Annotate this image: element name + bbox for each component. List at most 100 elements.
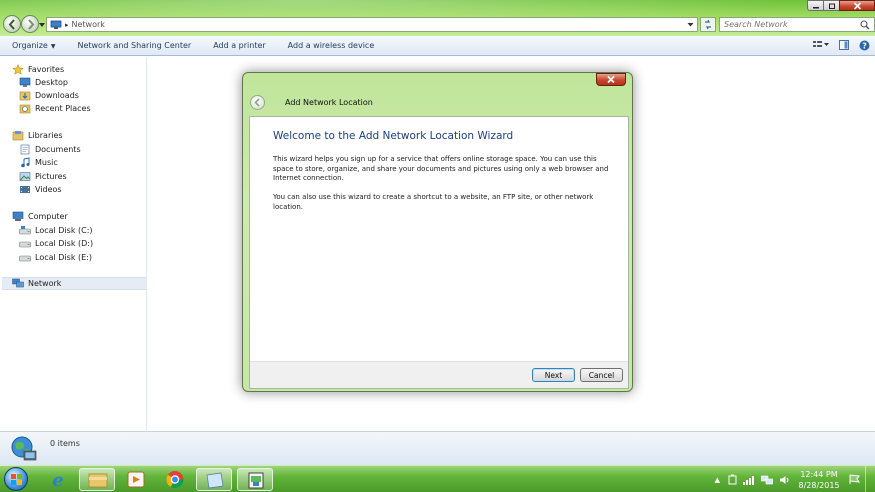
- back-arrow-icon: [8, 19, 15, 30]
- wizard-back-button[interactable]: [250, 95, 265, 110]
- refresh-icon: [705, 19, 711, 30]
- taskbar-open-window[interactable]: [196, 468, 232, 491]
- taskbar-internet-explorer[interactable]: e: [40, 468, 76, 491]
- tree-item-label: Pictures: [35, 172, 67, 181]
- network-globe-icon: [11, 436, 37, 461]
- refresh-button[interactable]: [700, 17, 716, 32]
- chrome-icon: [166, 471, 184, 489]
- search-icon[interactable]: [860, 20, 870, 30]
- dialog-title: Add Network Location: [285, 98, 373, 107]
- tree-item-favorites[interactable]: Favorites: [12, 63, 64, 76]
- tree-item-disk-c[interactable]: Local Disk (C:): [19, 224, 93, 237]
- taskbar-chrome[interactable]: [157, 468, 193, 491]
- show-hidden-icons-icon[interactable]: ▲: [715, 476, 720, 484]
- back-arrow-icon: [254, 98, 260, 107]
- tree-item-libraries[interactable]: Libraries: [12, 129, 63, 142]
- tree-item-disk-d[interactable]: Local Disk (D:): [19, 237, 93, 250]
- back-button[interactable]: [3, 15, 21, 33]
- preview-pane-icon: [839, 40, 849, 50]
- details-pane: 0 items: [0, 431, 875, 465]
- breadcrumb-separator-icon[interactable]: ▸: [65, 21, 69, 29]
- cancel-button[interactable]: Cancel: [580, 368, 623, 382]
- start-button[interactable]: [4, 467, 28, 491]
- tree-item-music[interactable]: Music: [19, 156, 58, 169]
- tree-item-downloads[interactable]: Downloads: [19, 89, 79, 102]
- tree-item-label: Local Disk (C:): [35, 226, 93, 235]
- network-wizard-icon: [248, 472, 264, 489]
- recent-places-icon: [19, 104, 31, 114]
- address-bar[interactable]: ▸ Network: [46, 17, 698, 32]
- forward-button[interactable]: [21, 15, 39, 33]
- close-icon: [607, 75, 615, 84]
- next-button[interactable]: Next: [532, 368, 575, 382]
- tree-item-label: Desktop: [35, 78, 68, 87]
- navigation-pane: Favorites Desktop Downloads Recent Place…: [0, 57, 147, 431]
- window-titlebar: ▸ Network: [0, 0, 875, 36]
- taskbar-media-player[interactable]: [118, 468, 154, 491]
- music-icon: [21, 157, 30, 168]
- add-printer-button[interactable]: Add a printer: [201, 41, 275, 50]
- tree-item-label: Favorites: [28, 65, 65, 74]
- volume-icon[interactable]: [779, 475, 791, 485]
- restore-icon: [828, 3, 835, 9]
- network-icon: [12, 278, 24, 288]
- recent-pages-dropdown-icon[interactable]: [38, 21, 46, 29]
- network-tray-icon[interactable]: [761, 475, 773, 485]
- dialog-close-button[interactable]: [596, 73, 626, 86]
- close-icon: [853, 1, 861, 10]
- help-icon: ?: [859, 40, 870, 50]
- add-wireless-device-button[interactable]: Add a wireless device: [276, 41, 385, 50]
- tree-item-desktop[interactable]: Desktop: [19, 76, 68, 89]
- tree-item-documents[interactable]: Documents: [19, 143, 81, 156]
- folder-icon: [88, 473, 108, 488]
- downloads-folder-icon: [19, 91, 31, 101]
- search-input[interactable]: [724, 20, 854, 29]
- organize-label: Organize: [12, 41, 48, 50]
- tree-item-label: Videos: [35, 185, 62, 194]
- minimize-icon: [812, 6, 819, 8]
- address-location[interactable]: Network: [72, 20, 105, 29]
- taskbar-clock[interactable]: 12:44 PM 8/28/2015: [795, 469, 843, 491]
- command-bar: Organize ▼ Network and Sharing Center Add…: [0, 36, 875, 56]
- clock-time: 12:44 PM: [800, 470, 838, 479]
- window-close-button[interactable]: [839, 0, 875, 11]
- tree-item-videos[interactable]: Videos: [19, 183, 62, 196]
- hard-disk-icon: [19, 241, 31, 248]
- wizard-heading: Welcome to the Add Network Location Wiza…: [273, 130, 514, 142]
- search-box[interactable]: [719, 17, 875, 32]
- tree-item-disk-e[interactable]: Local Disk (E:): [19, 251, 92, 264]
- tree-item-pictures[interactable]: Pictures: [19, 170, 67, 183]
- preview-pane-button[interactable]: [839, 40, 849, 52]
- change-view-button[interactable]: [813, 40, 829, 52]
- command-bar-right: ?: [808, 36, 875, 56]
- wizard-footer: Next Cancel: [250, 361, 628, 388]
- minimize-button[interactable]: [807, 0, 824, 11]
- hard-disk-icon: [19, 255, 31, 262]
- wizard-description-2: You can also use this wizard to create a…: [273, 193, 594, 211]
- taskbar-wizard-window[interactable]: [237, 468, 273, 491]
- help-button[interactable]: ?: [859, 40, 870, 53]
- tree-item-label: Libraries: [28, 131, 63, 140]
- tree-item-network[interactable]: Network: [2, 277, 146, 290]
- tree-item-label: Local Disk (E:): [35, 253, 92, 262]
- tree-item-recent-places[interactable]: Recent Places: [19, 102, 91, 115]
- computer-icon: [12, 211, 24, 221]
- tree-item-label: Computer: [28, 212, 68, 221]
- organize-menu[interactable]: Organize ▼: [0, 41, 65, 50]
- show-desktop-button[interactable]: [865, 466, 875, 492]
- forward-arrow-icon: [28, 19, 35, 30]
- action-center-flag-icon[interactable]: [848, 474, 862, 485]
- battery-icon[interactable]: [728, 474, 737, 485]
- taskbar-windows-explorer[interactable]: [79, 468, 115, 491]
- windows-logo-icon: [11, 474, 22, 485]
- restore-button[interactable]: [823, 0, 840, 11]
- network-sharing-center-button[interactable]: Network and Sharing Center: [65, 41, 201, 50]
- clock-date: 8/28/2015: [798, 481, 840, 490]
- documents-icon: [20, 144, 30, 155]
- address-dropdown-icon[interactable]: [686, 20, 695, 29]
- hard-disk-icon: [19, 226, 31, 235]
- item-count: 0 items: [50, 439, 80, 448]
- wifi-signal-icon[interactable]: [743, 475, 755, 485]
- star-icon: [12, 64, 24, 75]
- tree-item-computer[interactable]: Computer: [12, 210, 68, 223]
